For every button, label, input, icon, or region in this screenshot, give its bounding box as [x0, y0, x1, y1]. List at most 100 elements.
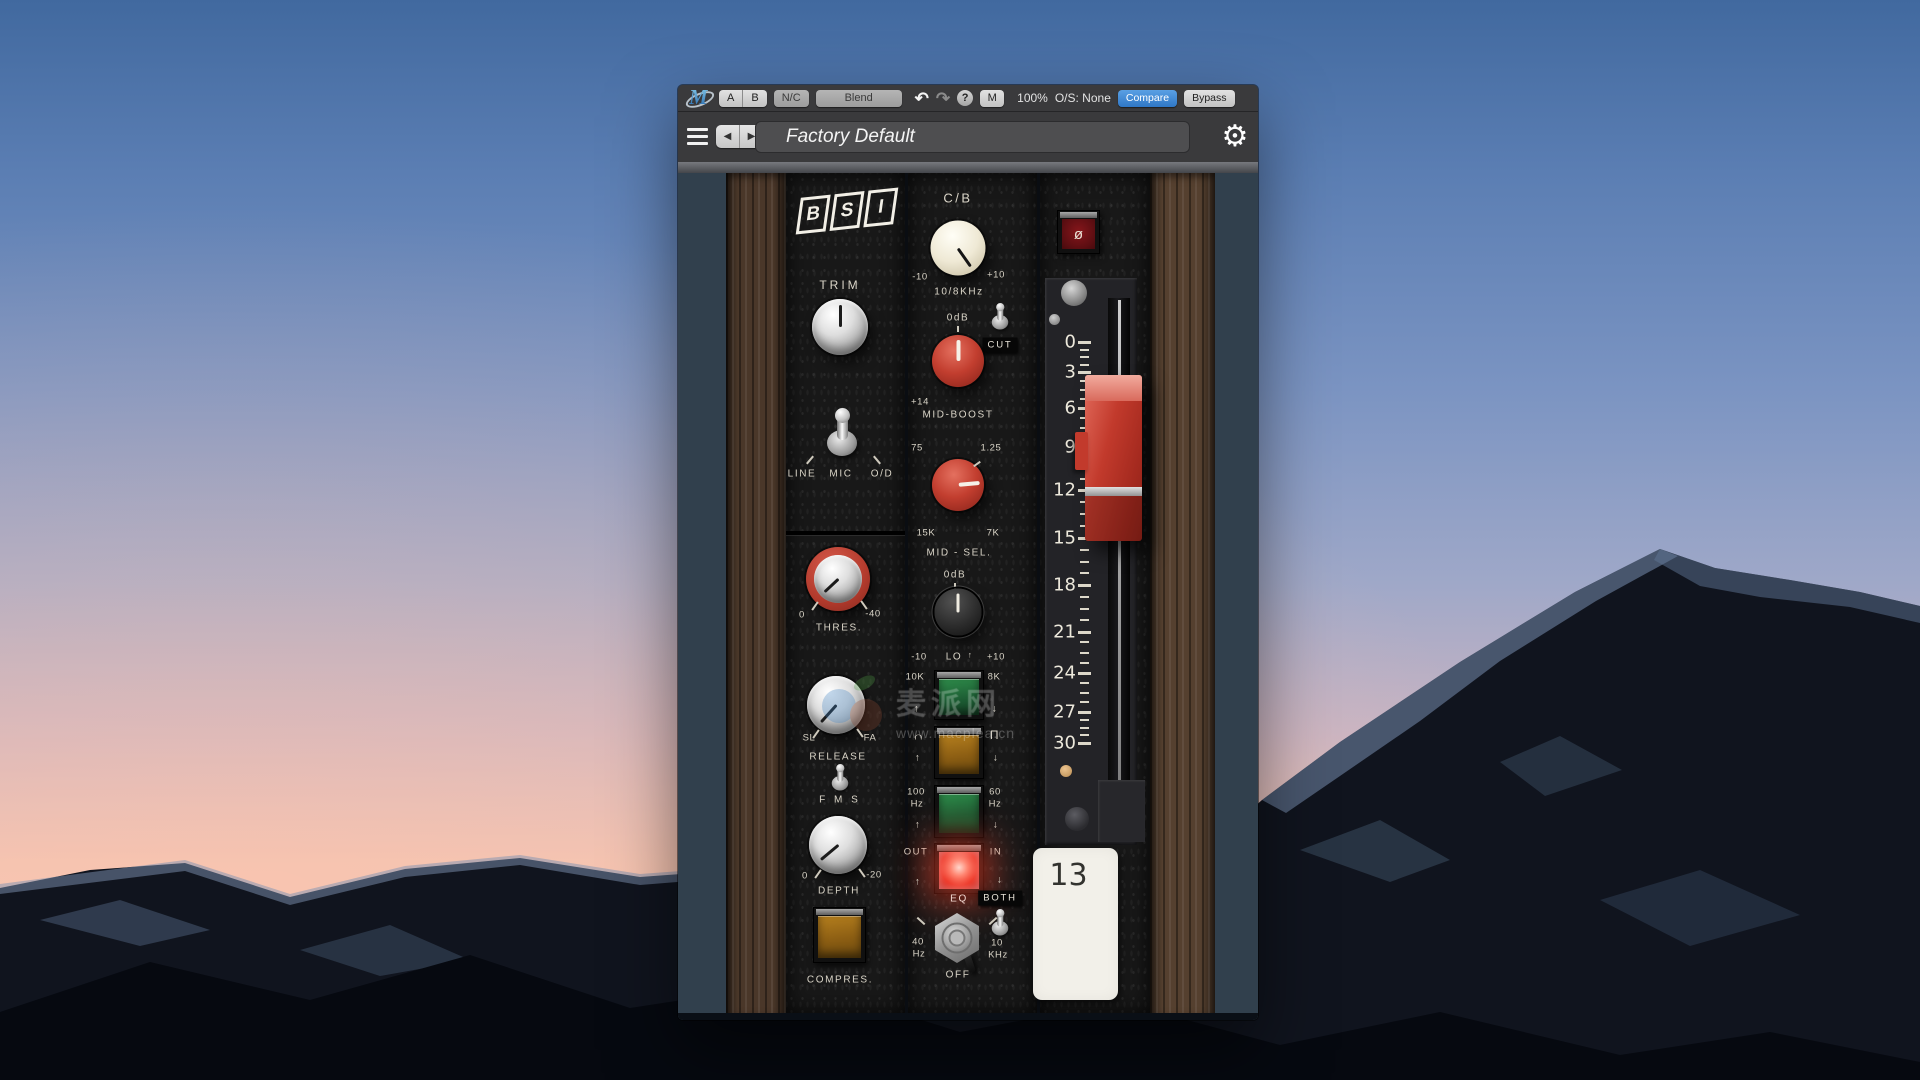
eq-label: EQ	[950, 894, 968, 905]
midsel-left-label: 15K	[917, 528, 936, 539]
peak-curve-icon: Π	[990, 728, 1000, 742]
hpf-rotary-switch[interactable]	[932, 913, 982, 963]
mid-sel-knob[interactable]	[932, 459, 984, 511]
scale-tick	[917, 917, 926, 925]
preset-b-button[interactable]: B	[742, 90, 766, 107]
depth-knob[interactable]	[809, 816, 867, 874]
scale-tick	[814, 869, 821, 878]
cb-knob[interactable]	[931, 221, 986, 276]
fms-toggle[interactable]	[831, 771, 850, 790]
threshold-knob-cap	[814, 555, 862, 603]
knob-pointer	[823, 578, 839, 593]
fader-scale-tick	[1080, 619, 1089, 621]
fader-scale-label: 21	[1040, 622, 1076, 643]
lo-knob[interactable]	[935, 589, 982, 636]
scale-tick	[858, 868, 865, 877]
cb-max-label: +10	[987, 270, 1005, 281]
redo-icon[interactable]: ↷	[936, 90, 950, 107]
scale-tick	[973, 461, 981, 467]
fader-scale-tick	[1080, 364, 1089, 366]
fader-scale-tick	[1080, 652, 1089, 654]
bsi-letter: B	[796, 195, 831, 235]
bsi-letter: S	[830, 191, 865, 231]
shelf-curve-icon: ∩	[913, 730, 925, 741]
source-toggle[interactable]	[825, 420, 859, 454]
fader-bottom-bracket	[1098, 780, 1145, 842]
release-knob[interactable]	[807, 676, 865, 734]
scale-tick	[957, 326, 959, 332]
fader-scale-tick	[1080, 701, 1089, 703]
knob-pointer	[957, 340, 961, 361]
blend-button[interactable]: Blend	[816, 90, 902, 107]
screw	[1065, 807, 1089, 831]
fader-strip: ø 036912151821242730 13	[1040, 173, 1150, 1013]
wood-side-right	[1150, 173, 1215, 1013]
undo-icon[interactable]: ↶	[915, 90, 929, 107]
knob-pointer	[957, 593, 960, 612]
compressor-in-button[interactable]	[813, 907, 866, 963]
hpf-right-unit: KHz	[988, 950, 1008, 961]
lo-value-label: 0dB	[944, 570, 967, 581]
fader-scale-tick	[1080, 561, 1089, 563]
nc-button[interactable]: N/C	[774, 90, 809, 107]
preset-name: Factory Default	[786, 126, 915, 148]
fader-scale-tick	[1078, 711, 1091, 714]
fader-scale-tick	[1080, 572, 1089, 574]
fader-scale-tick	[1078, 584, 1091, 587]
gold-dot	[1060, 765, 1072, 777]
midsel-min-label: 75	[911, 443, 923, 454]
settings-gear-icon[interactable]: ⚙	[1218, 118, 1252, 156]
lo-max-label: +10	[987, 652, 1005, 663]
fader-scale-label: 24	[1040, 663, 1076, 684]
gain-card-value: 13	[1033, 858, 1104, 893]
threshold-max-label: -40	[865, 609, 881, 620]
source-od-label: O/D	[871, 469, 894, 480]
source-mic-label: MIC	[829, 469, 852, 480]
source-line-label: LINE	[788, 469, 817, 480]
hf-select-button[interactable]	[934, 670, 984, 720]
oversampling-status[interactable]: O/S: None	[1055, 91, 1111, 105]
midsel-max-label: 1.25	[981, 443, 1002, 454]
eq-in-button[interactable]	[934, 843, 984, 894]
knob-pointer	[819, 704, 837, 723]
help-icon[interactable]: ?	[957, 90, 973, 106]
down-arrow-icon: ↓	[993, 753, 1000, 764]
eq-out-label: OUT	[904, 847, 929, 858]
cb-title: C/B	[943, 191, 972, 206]
preset-bar: ◀ ▶ Factory Default ⚙	[678, 112, 1258, 162]
down-arrow-icon: ↓	[992, 704, 999, 715]
wood-side-left	[726, 173, 786, 1013]
bypass-button[interactable]: Bypass	[1184, 90, 1234, 107]
preset-name-field[interactable]: Factory Default	[755, 121, 1190, 153]
fader-cap-indicator	[1075, 432, 1088, 470]
fader-scale-tick	[1078, 371, 1091, 374]
compare-button[interactable]: Compare	[1118, 90, 1177, 107]
knob-pointer	[958, 481, 979, 486]
fader-scale-tick	[1080, 719, 1089, 721]
mid-boost-knob[interactable]	[932, 335, 984, 387]
fader-scale-tick	[1080, 692, 1089, 694]
menu-icon[interactable]	[687, 128, 708, 145]
lo-label: LO	[946, 652, 963, 663]
zoom-level[interactable]: 100%	[1017, 91, 1048, 105]
fader-scale-tick	[1080, 356, 1089, 358]
knob-pointer	[957, 247, 972, 267]
lf-right-label: 60	[989, 787, 1001, 798]
trim-knob[interactable]	[812, 299, 868, 355]
boost-max-label: +14	[911, 397, 929, 408]
curve-shape-button[interactable]	[934, 726, 984, 779]
fader-scale-tick	[1080, 549, 1089, 551]
knob-pointer	[839, 305, 842, 327]
mono-button[interactable]: M	[980, 90, 1004, 107]
fader-scale-tick	[1080, 682, 1089, 684]
preset-a-button[interactable]: A	[719, 90, 742, 107]
rack-rail	[678, 162, 1258, 173]
scale-tick	[811, 601, 818, 610]
lo-min-label: -10	[911, 652, 927, 663]
cut-toggle[interactable]	[991, 310, 1010, 329]
fader-scale-label: 9	[1040, 437, 1076, 458]
fader-cap[interactable]	[1085, 375, 1142, 541]
lf-select-button[interactable]	[934, 785, 984, 838]
prev-preset-button[interactable]: ◀	[716, 125, 739, 148]
panel-bottom-edge	[678, 1013, 1258, 1020]
